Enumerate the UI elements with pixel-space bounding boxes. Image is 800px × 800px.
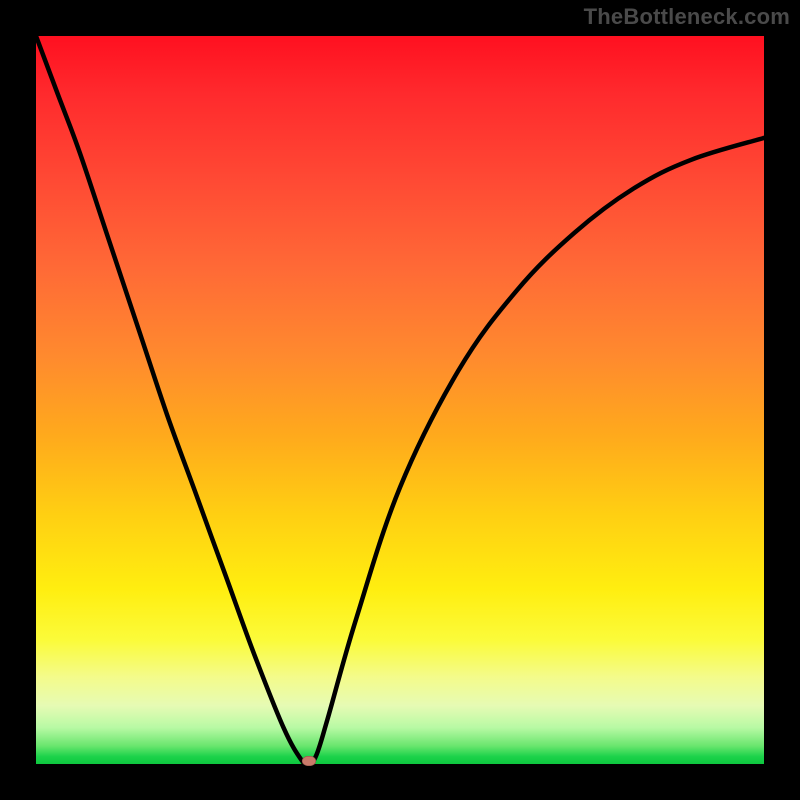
minimum-point-marker xyxy=(302,756,316,766)
watermark-text: TheBottleneck.com xyxy=(584,4,790,30)
plot-area xyxy=(36,36,764,764)
bottleneck-curve xyxy=(36,36,764,764)
chart-frame: TheBottleneck.com xyxy=(0,0,800,800)
